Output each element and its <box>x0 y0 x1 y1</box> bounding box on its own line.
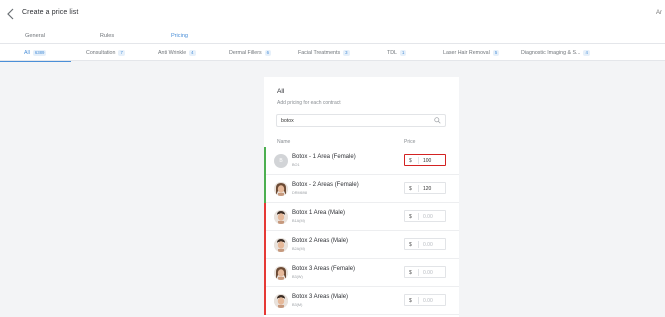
category-all[interactable]: All 6389 <box>0 44 72 62</box>
card-title: All <box>277 88 285 95</box>
back-arrow-icon[interactable] <box>5 7 17 21</box>
tab-general[interactable]: General <box>14 28 56 44</box>
category-label: TDL <box>387 49 398 56</box>
category-count-badge: 5 <box>492 49 500 56</box>
currency-symbol: $ <box>409 157 412 164</box>
category-dermal-fillers[interactable]: Dermal Fillers 6 <box>229 44 272 61</box>
category-count-badge: 4 <box>583 49 590 56</box>
status-indicator <box>264 287 266 315</box>
divider <box>418 213 419 220</box>
product-row: B Botox - 1 Area (Female) BO1 $ <box>264 147 459 175</box>
category-filter-bar: All 6389 Consultation 7 Anti Wrinkle 4 Derm… <box>0 44 665 62</box>
category-label: Consultation <box>86 49 116 56</box>
product-name: Botox 1 Area (Male) <box>292 210 346 216</box>
price-field: $ <box>404 154 446 166</box>
product-name: Botox 3 Areas (Female) <box>292 266 356 272</box>
status-indicator <box>264 231 266 259</box>
category-laser-hair-removal[interactable]: Laser Hair Removal 5 <box>443 44 500 61</box>
tab-pricing[interactable]: Pricing <box>144 28 215 45</box>
tab-rules[interactable]: Rules <box>86 28 128 44</box>
price-field: $ <box>404 238 446 250</box>
status-indicator <box>264 203 266 231</box>
product-row: Botox 2 Areas (Male) B2A(M) $ <box>264 231 459 259</box>
top-right-label: Ar <box>656 10 662 16</box>
divider <box>418 269 419 276</box>
top-bar: Create a price list Ar <box>0 0 665 28</box>
divider <box>418 297 419 304</box>
product-row: Botox 3 Areas (Male) B3(M) $ <box>264 287 459 315</box>
status-indicator <box>264 175 266 203</box>
category-count-badge: 4 <box>189 49 196 56</box>
product-code: B2A(M) <box>292 246 305 251</box>
category-diagnostic-imaging[interactable]: Diagnostic Imaging & S... 4 <box>521 44 590 61</box>
price-input[interactable] <box>420 268 445 277</box>
price-input[interactable] <box>420 156 445 165</box>
search-input[interactable] <box>277 115 427 126</box>
price-field: $ <box>404 182 446 194</box>
product-row: Botox - 2 Areas (Female) DRM698 $ <box>264 175 459 203</box>
category-label: All <box>24 49 30 56</box>
currency-symbol: $ <box>409 241 412 248</box>
price-field: $ <box>404 266 446 278</box>
currency-symbol: $ <box>409 185 412 192</box>
product-code: B3(W) <box>292 274 303 279</box>
product-code: DRM698 <box>292 190 307 195</box>
category-label: Facial Treatments <box>298 49 341 56</box>
currency-symbol: $ <box>409 269 412 276</box>
product-row: Botox 1 Area (Male) B1A(M) $ <box>264 203 459 231</box>
category-count-badge: 3 <box>343 49 350 56</box>
category-label: Anti Wrinkle <box>158 49 187 56</box>
product-code: B1A(M) <box>292 218 305 223</box>
category-anti-wrinkle[interactable]: Anti Wrinkle 4 <box>158 44 196 61</box>
column-header-name: Name <box>277 139 291 145</box>
search-box <box>276 114 446 127</box>
avatar <box>274 210 288 224</box>
tab-bar: General Rules Pricing <box>0 28 665 45</box>
avatar-initial: B <box>274 154 288 168</box>
product-row: Botox 3 Areas (Female) B3(W) $ <box>264 259 459 287</box>
category-label: Dermal Fillers <box>229 49 262 56</box>
category-label: Laser Hair Removal <box>443 49 490 56</box>
currency-symbol: $ <box>409 213 412 220</box>
category-count-badge: 1 <box>400 49 407 56</box>
product-name: Botox 2 Areas (Male) <box>292 238 349 244</box>
price-input[interactable] <box>420 240 445 249</box>
column-header-price: Price <box>404 139 416 145</box>
price-input[interactable] <box>420 184 445 193</box>
search-icon[interactable] <box>434 117 441 124</box>
avatar <box>274 182 288 196</box>
price-input[interactable] <box>420 212 445 221</box>
product-name: Botox - 1 Area (Female) <box>292 154 356 160</box>
product-code: BO1 <box>292 162 300 167</box>
category-count-badge: 7 <box>118 49 125 56</box>
category-tdl[interactable]: TDL 1 <box>387 44 407 61</box>
divider <box>418 185 419 192</box>
avatar <box>274 238 288 252</box>
category-count-badge: 6389 <box>32 49 47 56</box>
pricing-card: All Add pricing for each contract Name P… <box>264 77 459 317</box>
price-input[interactable] <box>420 296 445 305</box>
price-field: $ <box>404 210 446 222</box>
category-facial-treatments[interactable]: Facial Treatments 3 <box>298 44 350 61</box>
price-field: $ <box>404 294 446 306</box>
card-subtitle: Add pricing for each contract <box>277 100 341 106</box>
currency-symbol: $ <box>409 297 412 304</box>
product-name: Botox 3 Areas (Male) <box>292 294 349 300</box>
category-label: Diagnostic Imaging & S... <box>521 49 581 56</box>
status-indicator <box>264 147 266 175</box>
product-name: Botox - 2 Areas (Female) <box>292 182 359 188</box>
product-code: B3(M) <box>292 302 303 307</box>
status-indicator <box>264 259 266 287</box>
avatar <box>274 294 288 308</box>
category-consultation[interactable]: Consultation 7 <box>86 44 125 61</box>
avatar <box>274 266 288 280</box>
divider <box>418 157 419 164</box>
category-count-badge: 6 <box>264 49 272 56</box>
divider <box>418 241 419 248</box>
page-title: Create a price list <box>22 9 79 16</box>
